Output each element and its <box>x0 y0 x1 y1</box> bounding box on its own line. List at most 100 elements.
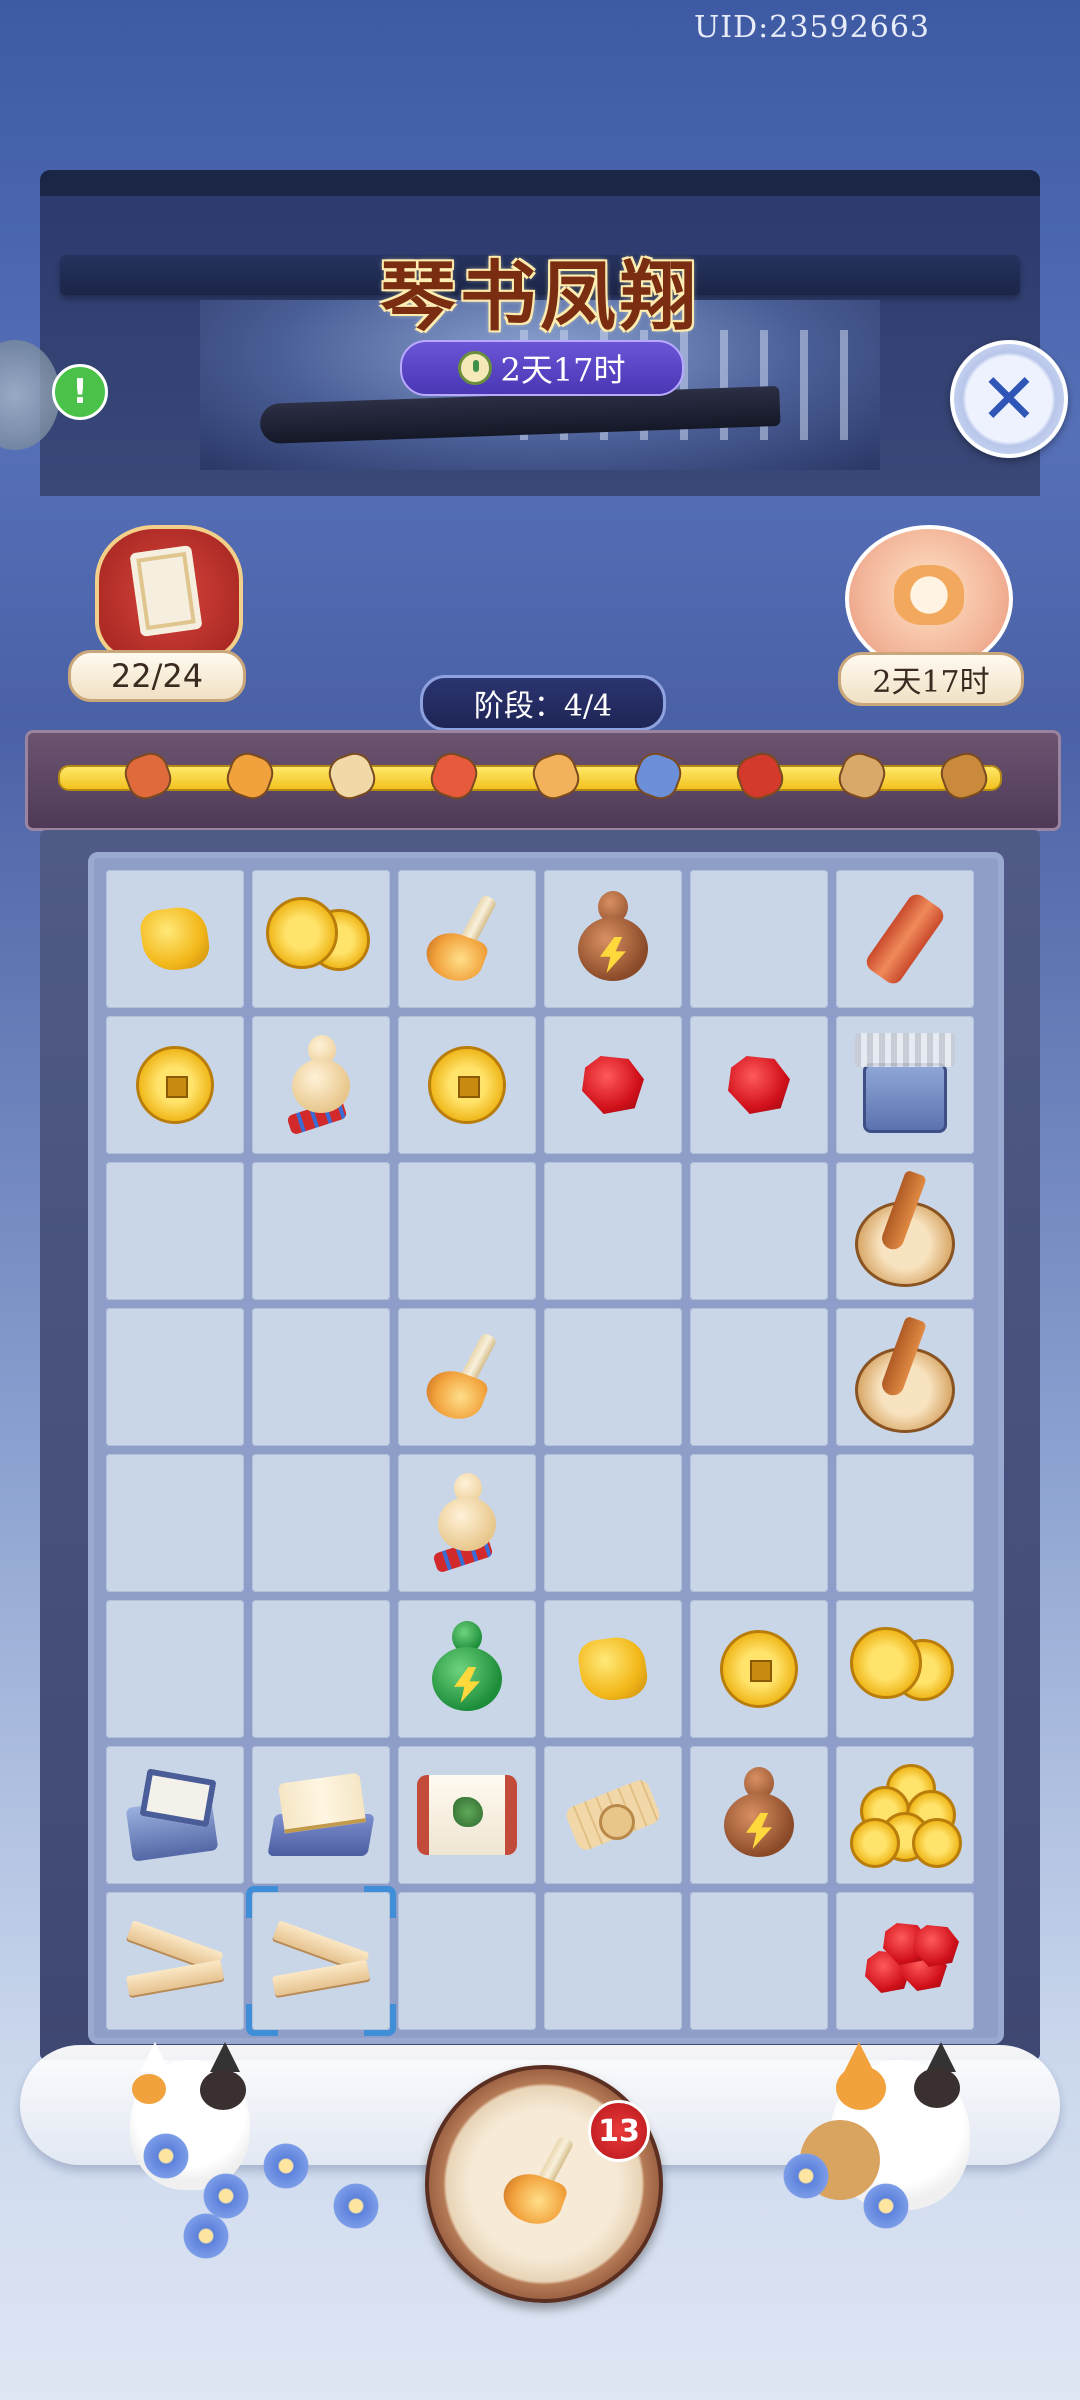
blue-flower <box>140 2130 192 2182</box>
board-cell[interactable] <box>836 1016 974 1154</box>
board-cell[interactable] <box>398 870 536 1008</box>
board-cell[interactable] <box>106 1162 244 1300</box>
board-cell[interactable] <box>398 1016 536 1154</box>
board-cell[interactable] <box>106 1016 244 1154</box>
board-cell[interactable] <box>252 1454 390 1592</box>
wooden-planks-icon <box>123 1918 227 2004</box>
board-cell[interactable] <box>836 870 974 1008</box>
board-cell[interactable] <box>398 1600 536 1738</box>
flute-icon <box>862 890 948 988</box>
board-cell[interactable] <box>252 870 390 1008</box>
board-cell[interactable] <box>690 1892 828 2030</box>
board-cell[interactable] <box>398 1746 536 1884</box>
uid-label: UID:23592663 <box>694 10 930 45</box>
flute-red-icon <box>731 747 789 805</box>
board-cell[interactable] <box>252 1162 390 1300</box>
pipa-icon <box>833 747 891 805</box>
board-cell[interactable] <box>690 1308 828 1446</box>
horn-icon <box>499 2129 589 2229</box>
board-cell[interactable] <box>252 1600 390 1738</box>
event-title: 琴书凤翔 <box>380 252 700 341</box>
horn-icon <box>422 1332 512 1422</box>
board-cell[interactable] <box>544 1016 682 1154</box>
board-cell[interactable] <box>106 1892 244 2030</box>
painting-scroll-icon <box>417 1775 517 1855</box>
close-icon: ✕ <box>979 358 1039 440</box>
board-cell[interactable] <box>690 1454 828 1592</box>
coin-heap-icon <box>850 1760 962 1870</box>
blue-flower <box>180 2210 232 2262</box>
task-scroll-icon[interactable] <box>95 525 243 663</box>
board-cell[interactable] <box>398 1162 536 1300</box>
board-cell[interactable] <box>836 1892 974 2030</box>
gold-nugget-icon <box>576 1633 650 1705</box>
board-cell[interactable] <box>836 1162 974 1300</box>
pipa-disk-icon <box>850 1171 960 1291</box>
selection-corner <box>246 1886 278 1918</box>
event-timer-text: 2天17时 <box>500 351 626 389</box>
board-cell[interactable] <box>544 1600 682 1738</box>
gold-nugget-icon <box>138 903 212 975</box>
board-cell[interactable] <box>106 1308 244 1446</box>
board-cell[interactable] <box>398 1308 536 1446</box>
selection-corner <box>364 2004 396 2036</box>
ivory-gourd-icon <box>286 1035 356 1136</box>
cat-reward-icon[interactable] <box>845 525 1013 673</box>
board-cell[interactable] <box>106 1600 244 1738</box>
board-cell[interactable] <box>544 1162 682 1300</box>
board-cell[interactable] <box>836 1454 974 1592</box>
merge-board <box>88 852 1004 2044</box>
board-cell[interactable] <box>544 1892 682 2030</box>
board-cell[interactable] <box>690 870 828 1008</box>
locked-box-stack-icon <box>855 1033 955 1137</box>
coin-icon <box>720 1630 798 1708</box>
board-cell[interactable] <box>544 1746 682 1884</box>
panpipe-icon <box>527 747 585 805</box>
board-cell[interactable] <box>544 1308 682 1446</box>
coin-icon <box>136 1046 214 1124</box>
board-cell[interactable] <box>106 870 244 1008</box>
board-cell[interactable] <box>398 1454 536 1592</box>
board-cell[interactable] <box>106 1454 244 1592</box>
board-cell[interactable] <box>544 1454 682 1592</box>
summon-count-badge: 13 <box>588 2100 650 2162</box>
selection-corner <box>364 1886 396 1918</box>
ruby-icon <box>582 1056 644 1114</box>
board-cell[interactable] <box>836 1746 974 1884</box>
coin-icon <box>428 1046 506 1124</box>
board-cell[interactable] <box>690 1016 828 1154</box>
blue-book-icon <box>125 1768 225 1862</box>
event-timer: 2天17时 <box>400 340 684 396</box>
energy-gourd-icon <box>724 1767 794 1863</box>
reward-timer: 2天17时 <box>838 652 1024 706</box>
gourd-icon <box>323 747 381 805</box>
open-book-icon <box>271 1770 371 1860</box>
board-cell[interactable] <box>690 1746 828 1884</box>
board-cell[interactable] <box>690 1600 828 1738</box>
board-cell[interactable] <box>836 1600 974 1738</box>
board-cell-selected[interactable] <box>246 1886 396 2036</box>
wooden-planks-icon <box>269 1918 373 2004</box>
clappers-icon <box>425 747 483 805</box>
blue-flower <box>260 2140 312 2192</box>
board-cell[interactable] <box>690 1162 828 1300</box>
board-cell[interactable] <box>252 1308 390 1446</box>
board-cell[interactable] <box>398 1892 536 2030</box>
ivory-gourd-icon <box>432 1473 502 1574</box>
board-cell[interactable] <box>836 1308 974 1446</box>
coin-pair-icon <box>266 897 370 979</box>
task-counter: 22/24 <box>68 650 246 702</box>
board-cell[interactable] <box>544 870 682 1008</box>
pipa-disk-icon <box>935 747 993 805</box>
horn-icon <box>422 894 512 984</box>
clock-icon <box>458 351 493 385</box>
blue-flower <box>780 2150 832 2202</box>
ruby-pile-icon <box>857 1921 959 2001</box>
close-button[interactable]: ✕ <box>950 340 1068 458</box>
board-cell[interactable] <box>252 1016 390 1154</box>
selection-corner <box>246 2004 278 2036</box>
energy-gourd-icon <box>578 891 648 987</box>
board-cell[interactable] <box>106 1746 244 1884</box>
board-cell[interactable] <box>252 1746 390 1884</box>
exclamation-icon[interactable]: ! <box>52 364 108 420</box>
